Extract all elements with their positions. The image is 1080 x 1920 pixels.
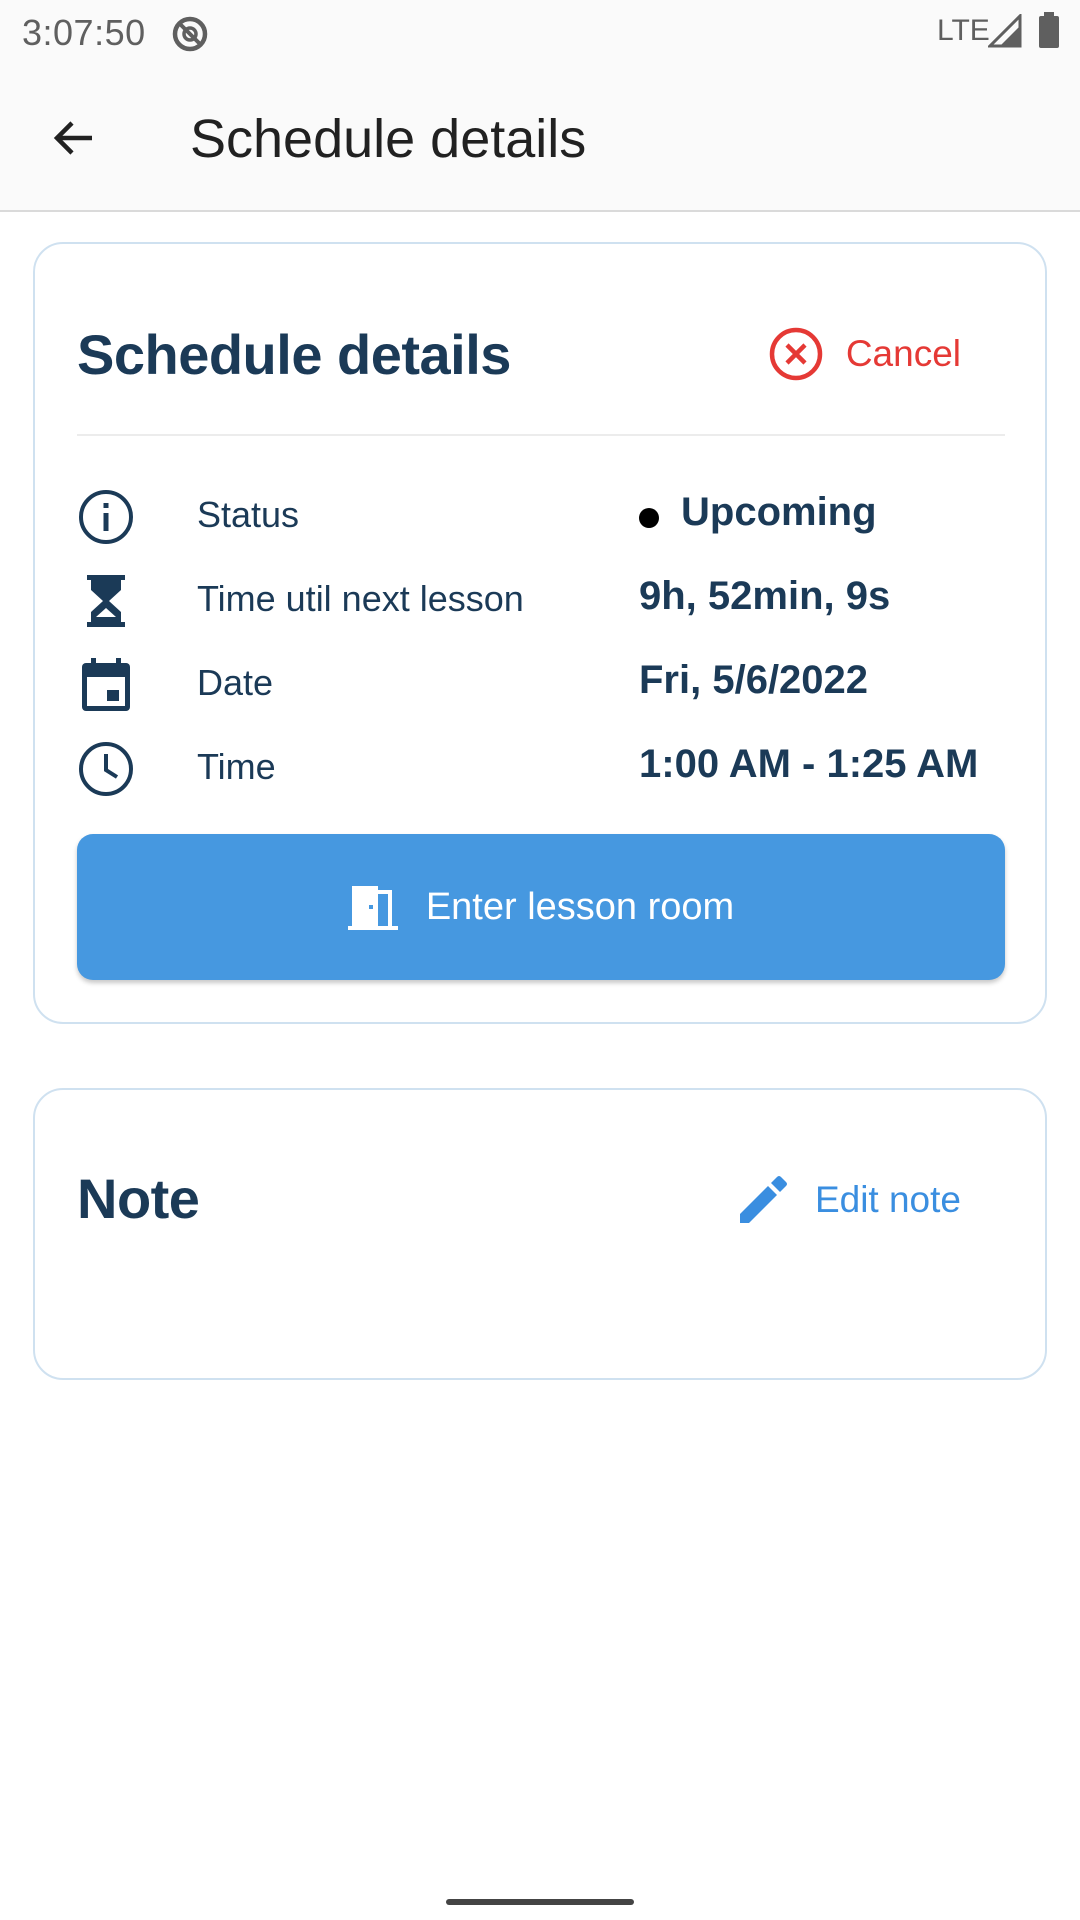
calendar-icon [77,656,135,714]
page-title: Schedule details [190,109,587,169]
status-label: Status [197,494,300,535]
schedule-details-card: Schedule details Cancel Status Upcoming [33,242,1047,1024]
back-button[interactable] [30,104,118,172]
status-value: Upcoming [681,490,877,534]
date-row: Date Fri, 5/6/2022 [77,646,1007,718]
battery-icon [1039,12,1059,48]
status-dot [639,508,659,528]
cancel-button[interactable]: Cancel [768,324,961,384]
cancel-label: Cancel [845,333,961,374]
countdown-value: 9h, 52min, 9s [639,574,891,618]
time-label: Time [197,746,276,787]
status-bar: 3:07:50 LTE [0,0,1080,64]
status-time: 3:07:50 [22,12,146,53]
date-value: Fri, 5/6/2022 [639,658,869,702]
app-bar: Schedule details [0,64,1080,212]
enter-lesson-room-button[interactable]: Enter lesson room [77,834,1005,980]
pencil-icon [739,1176,787,1223]
note-title: Note [77,1167,200,1230]
enter-button-label: Enter lesson room [425,885,735,928]
info-icon [77,488,135,546]
cancel-circle-icon [769,327,823,381]
divider [77,434,1005,436]
signal-icon [988,14,1022,48]
edit-note-button[interactable]: Edit note [737,1170,961,1230]
home-indicator[interactable] [446,1899,634,1905]
countdown-label: Time util next lesson [197,578,524,619]
countdown-row: Time util next lesson 9h, 52min, 9s [77,562,1007,634]
arrow-back-icon [53,121,92,155]
clock-icon [77,740,135,798]
time-row: Time 1:00 AM - 1:25 AM [77,730,1007,802]
data-saver-icon [172,16,208,52]
note-card: Note Edit note [33,1088,1047,1380]
screen: 3:07:50 LTE Schedule details Schedule de… [0,0,1080,1920]
time-value: 1:00 AM - 1:25 AM [639,742,979,786]
date-label: Date [197,662,274,703]
status-row: Status Upcoming [77,478,1007,550]
hourglass-icon [77,572,135,630]
card-title: Schedule details [77,323,511,386]
door-icon [347,886,398,930]
network-type: LTE [937,14,990,47]
edit-note-label: Edit note [814,1179,961,1220]
